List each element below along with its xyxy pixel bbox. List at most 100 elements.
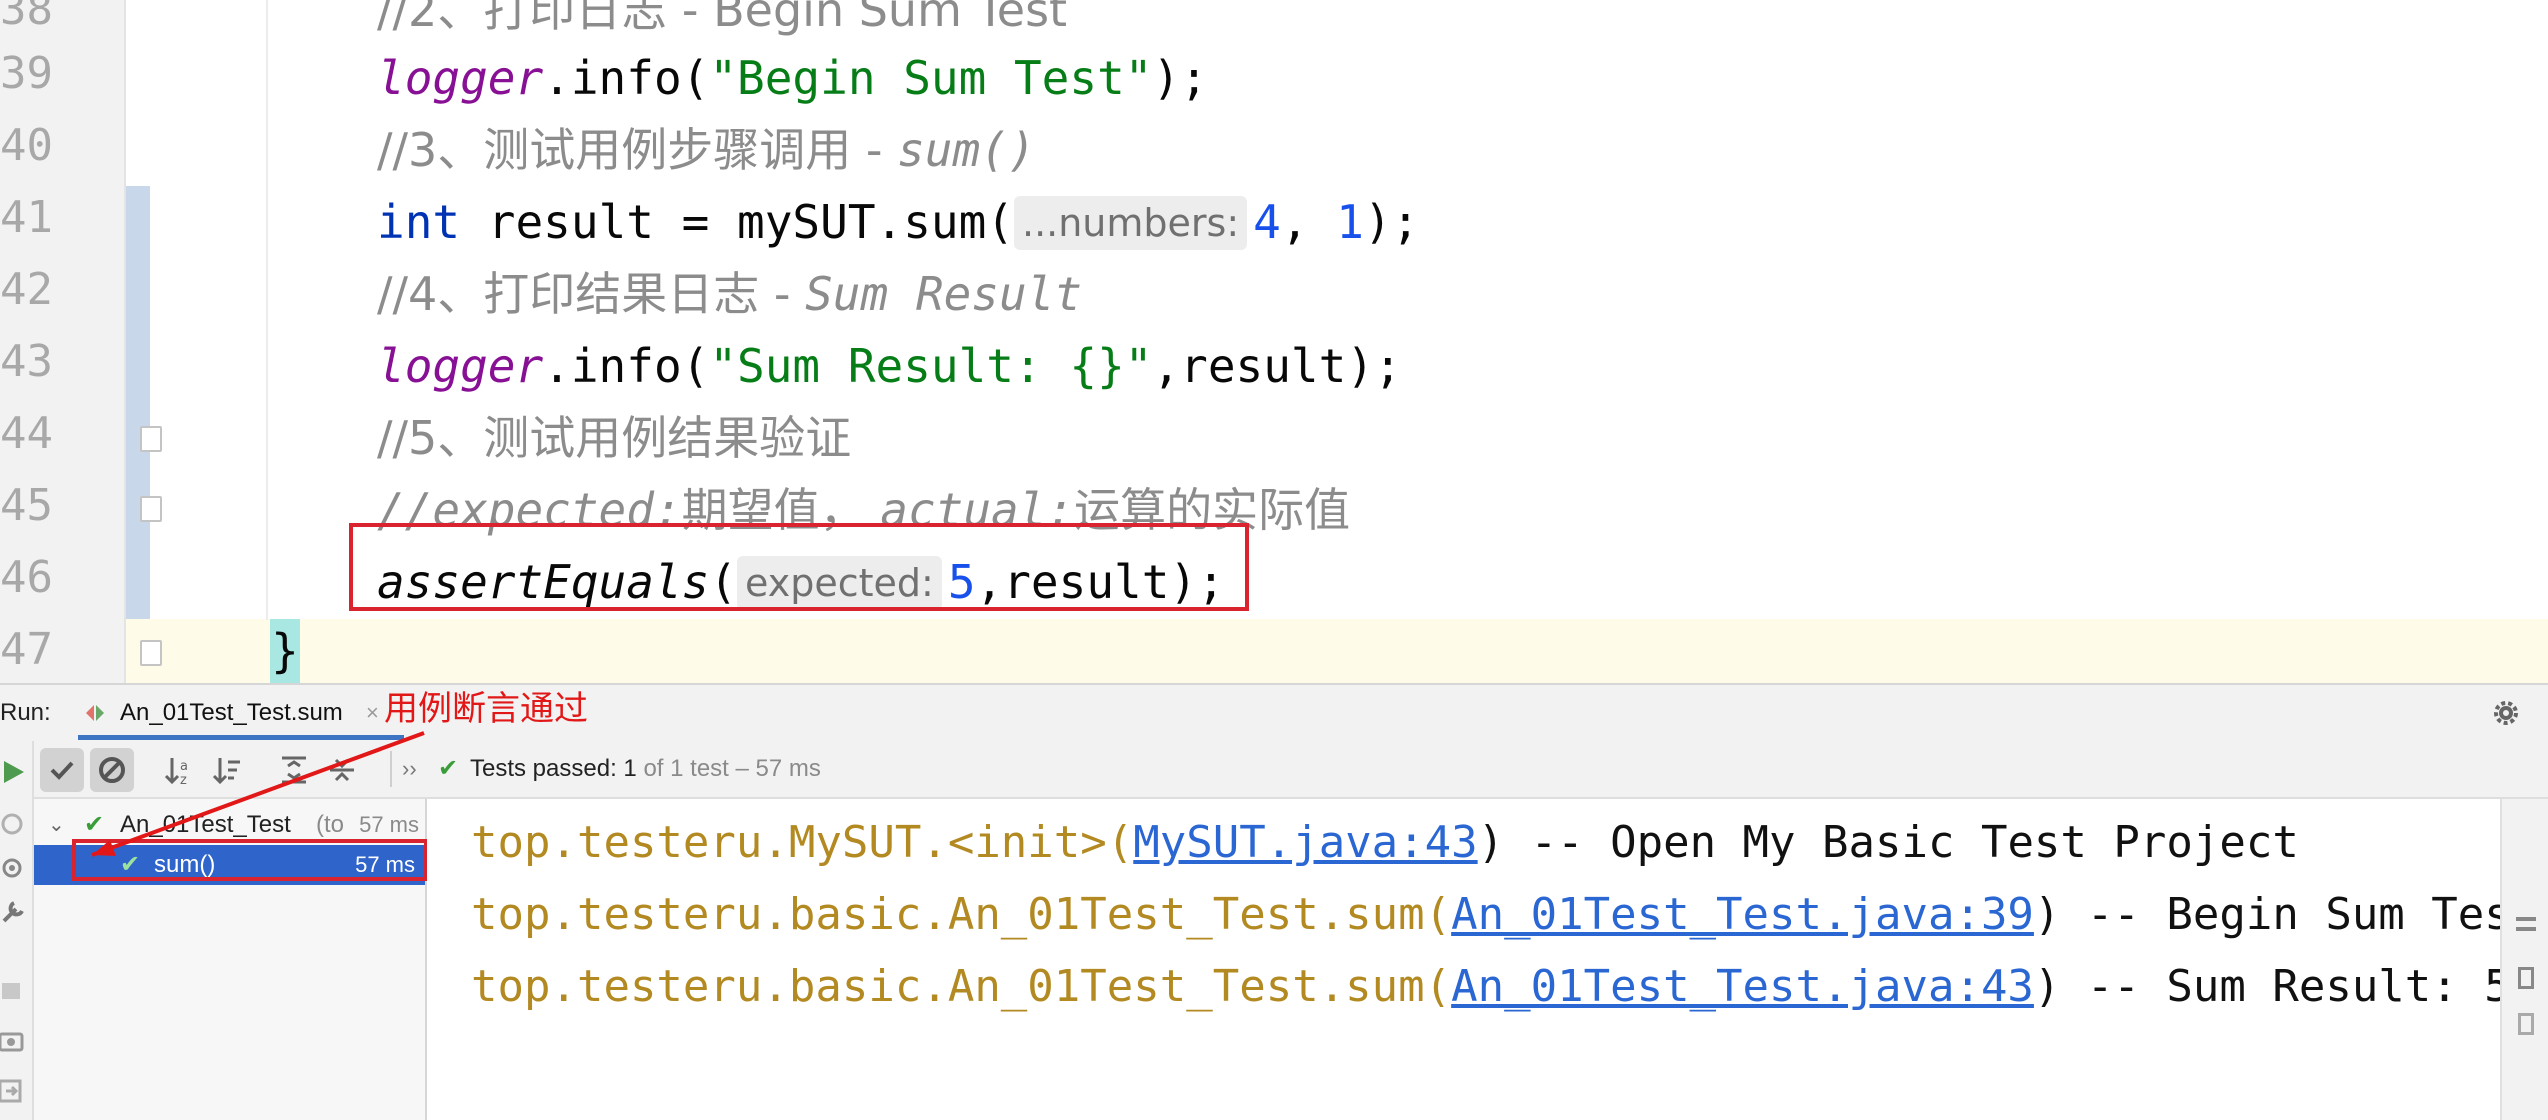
soft-wrap-icon[interactable] bbox=[2516, 927, 2536, 931]
current-line-highlight bbox=[126, 619, 2548, 683]
scroll-to-end-icon[interactable] bbox=[2518, 967, 2534, 989]
line-number: 39 bbox=[0, 48, 53, 99]
line-number: 46 bbox=[0, 552, 53, 603]
line-number: 47 bbox=[0, 624, 53, 675]
method-call: .info( bbox=[543, 339, 710, 393]
string-literal: "Sum Result: {}" bbox=[709, 339, 1153, 393]
collapse-all-button[interactable] bbox=[320, 748, 364, 792]
code-line-38: //2、打印日志 - Begin Sum Test bbox=[377, 0, 1067, 46]
code-line-44: //5、测试用例结果验证 bbox=[377, 402, 851, 474]
run-label: Run: bbox=[0, 699, 51, 726]
parameter-hint: ...numbers: bbox=[1013, 196, 1248, 250]
console-location: top.testeru.MySUT.<init>( bbox=[471, 817, 1134, 868]
code-line-40: //3、测试用例步骤调用 - sum() bbox=[377, 114, 1036, 186]
show-passed-button[interactable] bbox=[40, 748, 84, 792]
print-icon[interactable] bbox=[2518, 1013, 2534, 1035]
play-icon[interactable] bbox=[0, 757, 30, 787]
code-line-43: logger.info("Sum Result: {}",result); bbox=[377, 330, 1402, 402]
fold-marker-icon[interactable] bbox=[140, 496, 162, 522]
console-message: ) -- Begin Sum Test bbox=[2033, 889, 2538, 940]
code-line-42: //4、打印结果日志 - Sum Result bbox=[377, 258, 1082, 330]
stop-icon[interactable] bbox=[0, 975, 30, 1005]
indent-guide bbox=[266, 0, 268, 620]
check-icon bbox=[50, 761, 74, 780]
comment-italic: Sum Result bbox=[805, 267, 1083, 321]
sort-alpha-icon: az bbox=[164, 758, 188, 788]
code-punct: , bbox=[1280, 195, 1337, 249]
run-tab-an01test-sum[interactable]: An_01Test_Test.sum × bbox=[78, 685, 404, 741]
java-test-icon bbox=[86, 705, 104, 721]
export-icon[interactable] bbox=[0, 1075, 30, 1105]
code-editor[interactable]: 38 39 40 41 42 43 44 45 46 47 //2、打印日志 -… bbox=[0, 0, 2548, 683]
svg-text:z: z bbox=[180, 773, 187, 788]
code-punct: ,result); bbox=[1152, 339, 1402, 393]
ignored-icon bbox=[99, 757, 125, 783]
gear-icon[interactable] bbox=[2490, 697, 2522, 729]
show-ignored-button[interactable] bbox=[90, 748, 134, 792]
run-tool-window-header: Run: An_01Test_Test.sum × 用例断言通过 bbox=[0, 683, 2548, 741]
close-icon[interactable]: × bbox=[366, 685, 379, 741]
rerun-failed-icon[interactable] bbox=[0, 809, 30, 839]
line-number: 40 bbox=[0, 120, 53, 171]
console-right-toolbar bbox=[2500, 799, 2548, 1120]
assert-highlight-box bbox=[349, 523, 1249, 611]
comment: //5、测试用例结果验证 bbox=[377, 411, 852, 465]
tests-passed-status: Tests passed: 1 of 1 test – 57 ms bbox=[470, 741, 821, 797]
source-link[interactable]: An_01Test_Test.java:43 bbox=[1451, 961, 2034, 1012]
console-line: top.testeru.MySUT.<init>(MySUT.java:43) … bbox=[471, 807, 2299, 879]
status-count: 1 bbox=[623, 755, 637, 782]
code-punct: ); bbox=[1363, 195, 1420, 249]
source-link[interactable]: An_01Test_Test.java:39 bbox=[1451, 889, 2034, 940]
comment: //3、测试用例步骤调用 - bbox=[377, 123, 898, 177]
console-output[interactable]: top.testeru.MySUT.<init>(MySUT.java:43) … bbox=[427, 799, 2537, 1120]
code-line-41: int result = mySUT.sum(...numbers: 4, 1); bbox=[377, 186, 1419, 258]
console-location: top.testeru.basic.An_01Test_Test.sum( bbox=[471, 889, 1452, 940]
number-literal: 1 bbox=[1336, 195, 1364, 249]
toolbar-separator bbox=[390, 751, 392, 787]
number-literal: 4 bbox=[1253, 195, 1281, 249]
console-message: ) -- Open My Basic Test Project bbox=[1477, 817, 2299, 868]
comment: //2、打印日志 - Begin Sum Test bbox=[377, 0, 1068, 37]
line-number: 41 bbox=[0, 192, 53, 243]
run-tab-label: An_01Test_Test.sum bbox=[120, 699, 343, 726]
expand-all-icon bbox=[282, 756, 306, 784]
more-actions-chevron[interactable]: ›› bbox=[402, 741, 417, 797]
console-location: top.testeru.basic.An_01Test_Test.sum( bbox=[471, 961, 1452, 1012]
line-number: 45 bbox=[0, 480, 53, 531]
editor-gutter: 38 39 40 41 42 43 44 45 46 47 bbox=[0, 0, 124, 683]
keyword: int bbox=[377, 195, 461, 249]
source-link[interactable]: MySUT.java:43 bbox=[1133, 817, 1477, 868]
active-tab-indicator bbox=[78, 735, 404, 740]
run-toolbar: az ›› ✔ Tests passed: 1 of 1 test – 57 m… bbox=[34, 741, 2548, 799]
camera-icon[interactable] bbox=[0, 1025, 30, 1055]
code-punct: ); bbox=[1152, 51, 1208, 105]
fold-marker-icon[interactable] bbox=[140, 426, 162, 452]
fold-marker-icon[interactable] bbox=[140, 640, 162, 666]
toggle-auto-test-icon[interactable] bbox=[0, 853, 30, 883]
code-text: result = mySUT.sum( bbox=[460, 195, 1014, 249]
matched-brace: } bbox=[270, 619, 300, 683]
console-line: top.testeru.basic.An_01Test_Test.sum(An_… bbox=[471, 951, 2511, 1023]
sort-by-duration-button[interactable] bbox=[206, 748, 250, 792]
status-detail: of 1 test – 57 ms bbox=[636, 755, 821, 782]
soft-wrap-icon[interactable] bbox=[2516, 917, 2536, 921]
sort-alphabetically-button[interactable]: az bbox=[158, 748, 202, 792]
sort-duration-icon bbox=[212, 758, 240, 785]
check-icon: ✔ bbox=[438, 755, 459, 782]
wrench-icon[interactable] bbox=[0, 897, 30, 927]
console-message: ) -- Sum Result: 5 bbox=[2033, 961, 2511, 1012]
svg-text:a: a bbox=[180, 759, 188, 774]
logger-field: logger bbox=[377, 339, 544, 393]
status-text: Tests passed: bbox=[470, 755, 624, 782]
chevron-down-icon[interactable]: ⌄ bbox=[48, 805, 65, 845]
expand-all-button[interactable] bbox=[272, 748, 316, 792]
line-number: 43 bbox=[0, 336, 53, 387]
console-line: top.testeru.basic.An_01Test_Test.sum(An_… bbox=[471, 879, 2537, 951]
string-literal: "Begin Sum Test" bbox=[709, 51, 1153, 105]
run-left-toolbar bbox=[0, 741, 34, 1120]
method-call: .info( bbox=[543, 51, 710, 105]
comment-italic: sum() bbox=[897, 123, 1036, 177]
collapse-all-icon bbox=[330, 758, 354, 782]
code-line-39: logger.info("Begin Sum Test"); bbox=[377, 42, 1208, 114]
line-number: 44 bbox=[0, 408, 53, 459]
